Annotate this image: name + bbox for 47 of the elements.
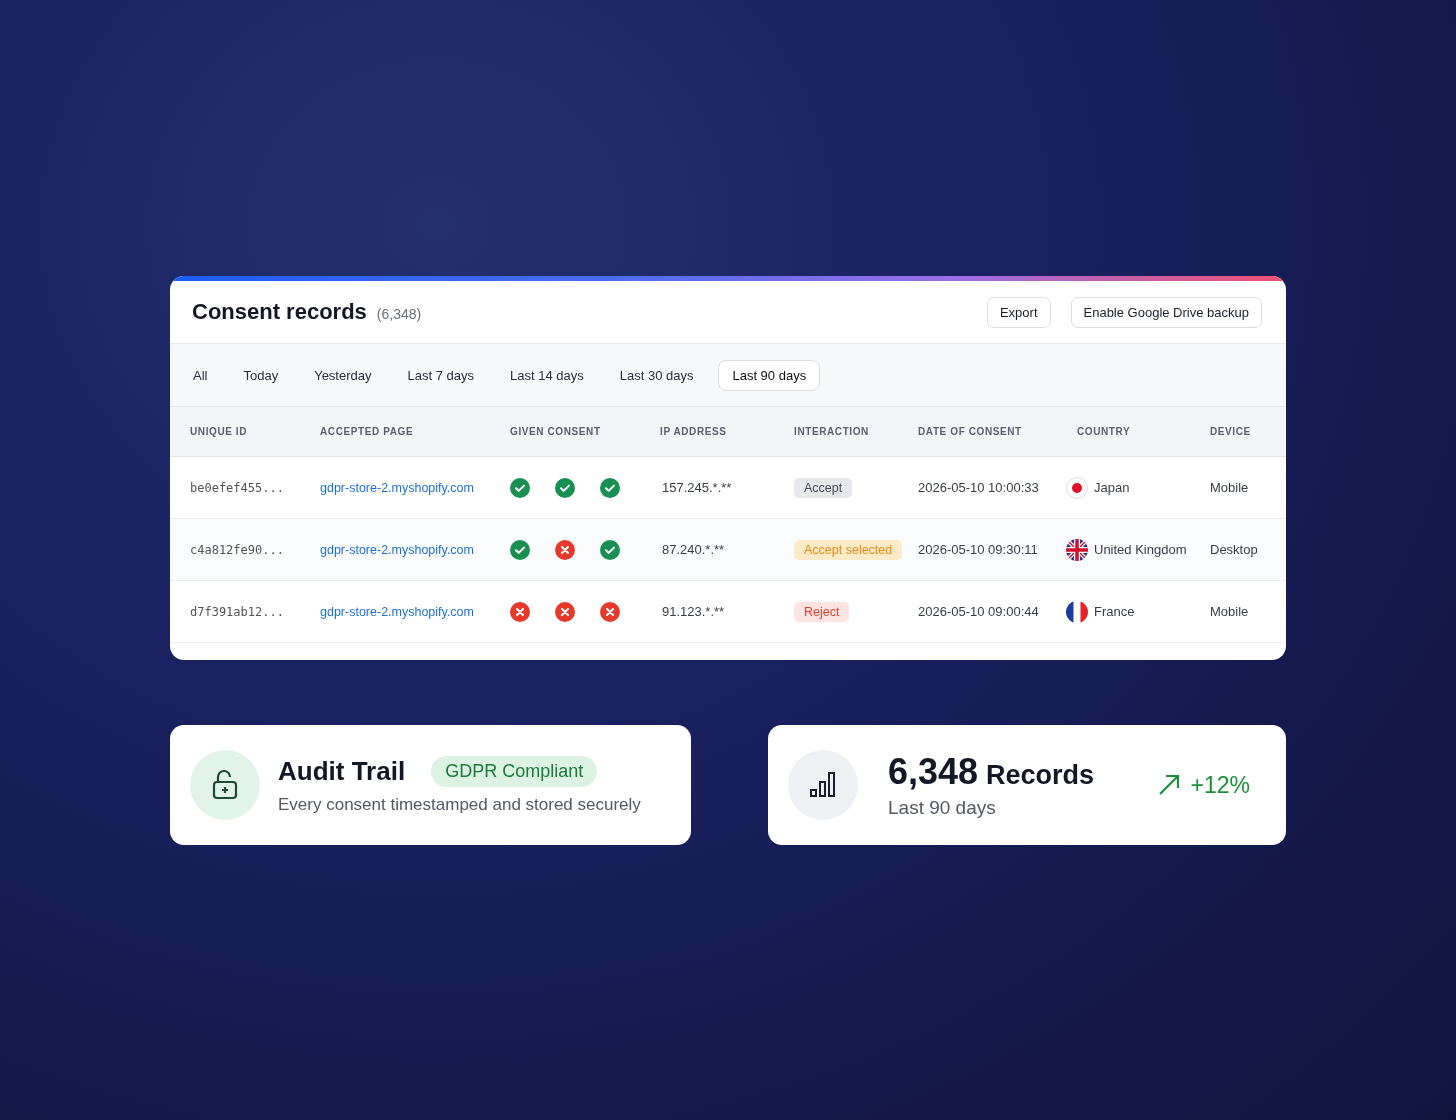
record-unit: Records — [986, 760, 1095, 791]
date-filter-tab[interactable]: All — [182, 359, 219, 391]
device-type: Mobile — [1210, 480, 1249, 495]
interaction-tag: Accept selected — [794, 539, 903, 560]
page-link[interactable]: gdpr-store-2.myshopify.com — [320, 543, 474, 557]
record-total: 6,348 — [888, 751, 979, 793]
device-type: Mobile — [1210, 604, 1249, 619]
ip-address: 87.240.*.** — [662, 542, 725, 557]
ip-address: 157.245.*.** — [662, 480, 732, 495]
consent-date: 2026-05-10 10:00:33 — [918, 480, 1039, 495]
unique-id: c4a812fe90... — [190, 543, 284, 557]
page-link[interactable]: gdpr-store-2.myshopify.com — [320, 481, 474, 495]
consent-date: 2026-05-10 09:30:11 — [918, 542, 1038, 557]
date-filter-tab[interactable]: Today — [232, 359, 290, 391]
card-title: Audit Trail — [278, 755, 406, 787]
unique-id: be0efef455... — [190, 481, 284, 495]
column-header: INTERACTION — [774, 407, 898, 457]
header-button[interactable]: Enable Google Drive backup — [1070, 296, 1262, 328]
date-filter-tab[interactable]: Last 90 days — [718, 359, 821, 391]
interaction-tag: Reject — [794, 601, 850, 622]
trend-value: +12% — [1190, 771, 1250, 799]
date-filter-tab[interactable]: Last 7 days — [396, 359, 485, 391]
column-header: IP ADDRESS — [640, 407, 774, 457]
date-filter-tab[interactable]: Last 30 days — [608, 359, 705, 391]
compliance-tag: GDPR Compliant — [431, 755, 598, 787]
card-subtitle: Every consent timestamped and stored securely — [278, 794, 641, 815]
interaction-tag: Accept — [794, 477, 853, 498]
column-header: ACCEPTED PAGE — [300, 407, 490, 457]
card-title: Consent records — [192, 299, 367, 325]
column-header: DEVICE — [1190, 407, 1286, 457]
column-header: COUNTRY — [1057, 407, 1190, 457]
header-button[interactable]: Export — [986, 296, 1051, 328]
date-filter-tab[interactable]: Yesterday — [303, 359, 383, 391]
country-name: Japan — [1094, 480, 1130, 495]
column-header: GIVEN CONSENT — [490, 407, 640, 457]
column-header: UNIQUE ID — [170, 407, 300, 457]
page-link[interactable]: gdpr-store-2.myshopify.com — [320, 605, 474, 619]
record-count: (6,348) — [376, 306, 422, 322]
country-name: France — [1094, 604, 1135, 619]
column-header: DATE OF CONSENT — [898, 407, 1057, 457]
consent-date: 2026-05-10 09:00:44 — [918, 604, 1039, 619]
device-type: Desktop — [1210, 542, 1258, 557]
country-name: United Kingdom — [1094, 542, 1187, 557]
card-subtitle: Last 90 days — [888, 797, 997, 819]
unique-id: d7f391ab12... — [190, 605, 284, 619]
date-filter-tab[interactable]: Last 14 days — [499, 359, 595, 391]
ip-address: 91.123.*.** — [662, 604, 725, 619]
